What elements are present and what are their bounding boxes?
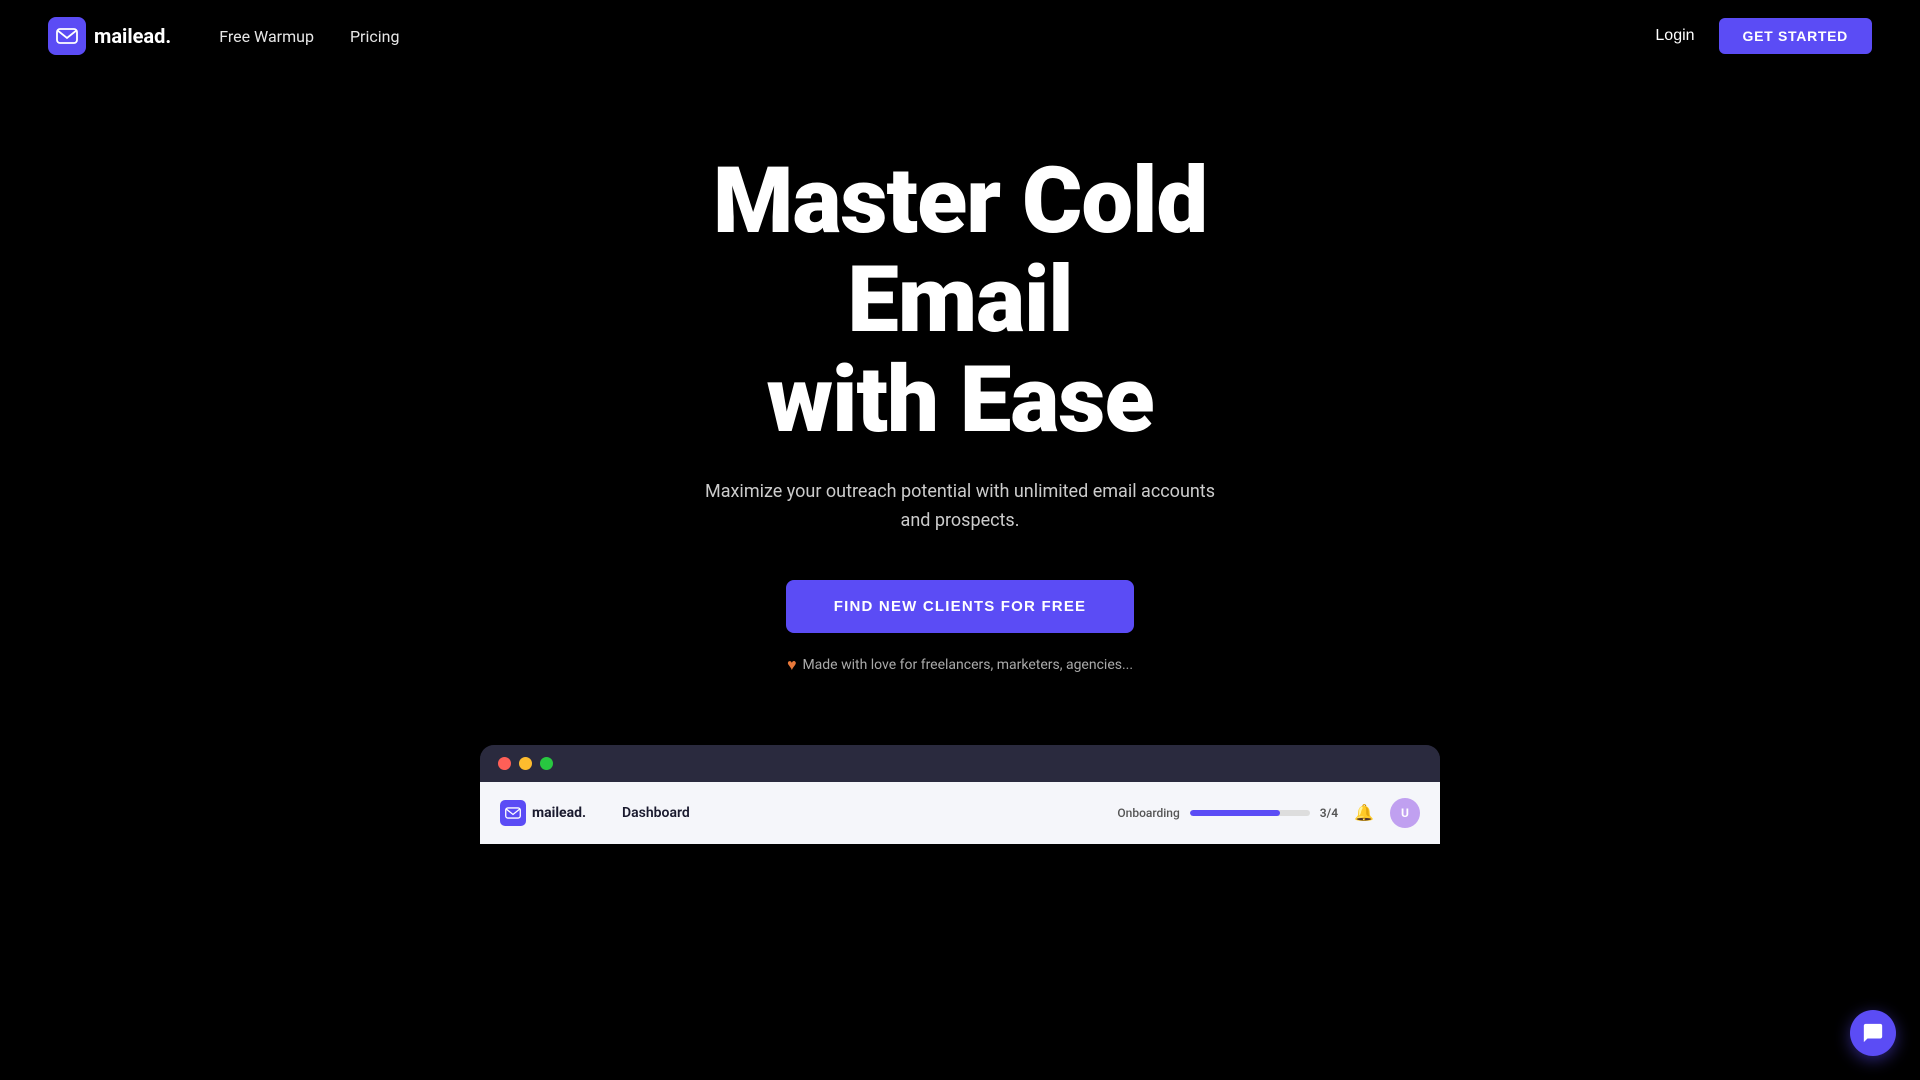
hero-love-text: Made with love for freelancers, marketer… xyxy=(802,657,1133,673)
nav-pricing[interactable]: Pricing xyxy=(350,27,400,46)
nav-right: Login GET STARTED xyxy=(1655,18,1872,54)
logo[interactable]: mailead. xyxy=(48,17,171,55)
traffic-light-green xyxy=(540,757,553,770)
nav-free-warmup[interactable]: Free Warmup xyxy=(219,27,314,46)
inner-right: Onboarding 3/4 🔔 U xyxy=(1117,798,1420,828)
inner-logo-icon xyxy=(500,800,526,826)
login-button[interactable]: Login xyxy=(1655,27,1694,45)
hero-love: ♥ Made with love for freelancers, market… xyxy=(787,655,1133,675)
onboarding-wrap: Onboarding 3/4 xyxy=(1117,806,1338,820)
inner-dashboard-label: Dashboard xyxy=(622,805,690,821)
onboarding-progress-bar xyxy=(1190,810,1310,816)
onboarding-progress-fill xyxy=(1190,810,1280,816)
hero-title: Master Cold Email with Ease xyxy=(713,152,1207,450)
hero-subtitle: Maximize your outreach potential with un… xyxy=(700,478,1220,536)
inner-logo: mailead. xyxy=(500,800,586,826)
logo-text: mailead. xyxy=(94,24,171,48)
avatar: U xyxy=(1390,798,1420,828)
traffic-light-red xyxy=(498,757,511,770)
hero-section: Master Cold Email with Ease Maximize you… xyxy=(0,72,1920,735)
navbar: mailead. Free Warmup Pricing Login GET S… xyxy=(0,0,1920,72)
inner-logo-text: mailead. xyxy=(532,805,586,821)
logo-icon xyxy=(48,17,86,55)
dashboard-preview: mailead. Dashboard Onboarding 3/4 🔔 U xyxy=(0,745,1920,844)
hero-cta-button[interactable]: FIND NEW CLIENTS FOR FREE xyxy=(786,580,1135,633)
browser-content: mailead. Dashboard Onboarding 3/4 🔔 U xyxy=(480,782,1440,844)
onboarding-count: 3/4 xyxy=(1320,806,1338,820)
onboarding-label: Onboarding xyxy=(1117,806,1179,820)
get-started-button[interactable]: GET STARTED xyxy=(1719,18,1872,54)
nav-links: Free Warmup Pricing xyxy=(219,27,399,46)
chat-bubble[interactable] xyxy=(1850,1010,1896,1056)
browser-window: mailead. Dashboard Onboarding 3/4 🔔 U xyxy=(480,745,1440,844)
bell-icon: 🔔 xyxy=(1354,803,1374,822)
traffic-light-yellow xyxy=(519,757,532,770)
heart-icon: ♥ xyxy=(787,655,797,675)
browser-bar xyxy=(480,745,1440,782)
